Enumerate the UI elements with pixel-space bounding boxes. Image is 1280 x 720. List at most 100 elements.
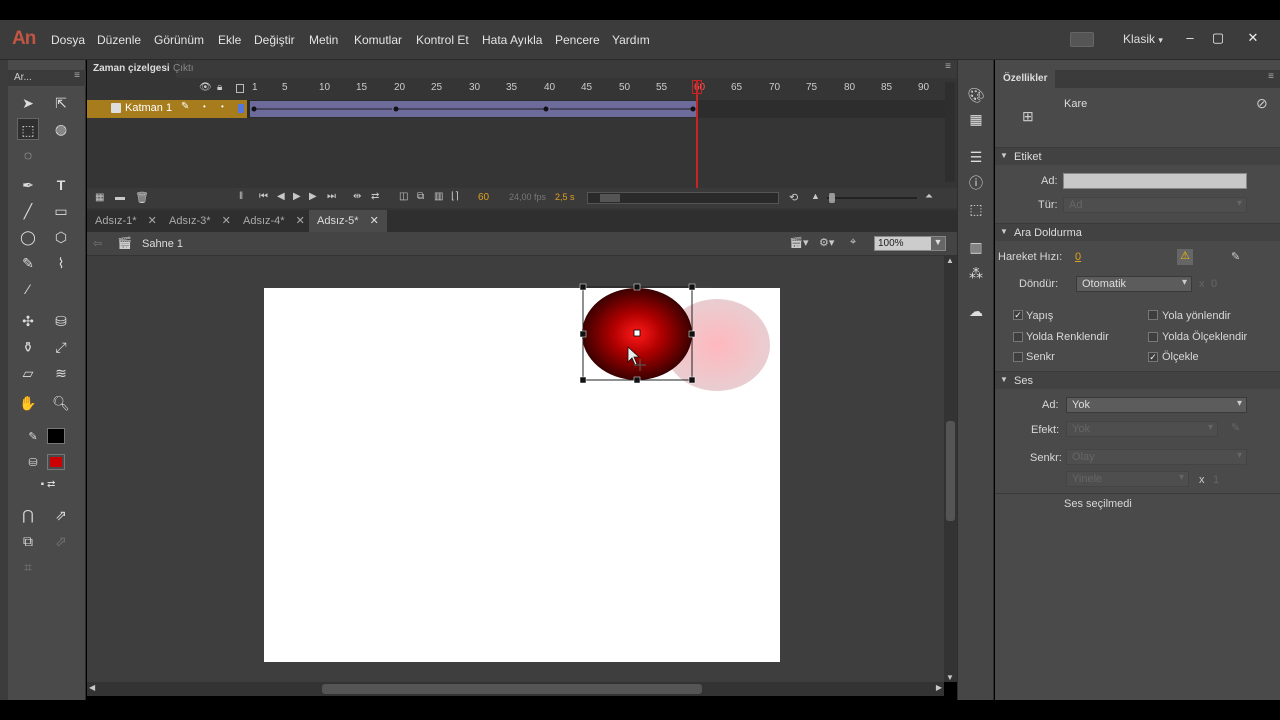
subselection-tool-icon[interactable]: ⇱: [50, 92, 72, 114]
new-layer-icon[interactable]: ▦: [95, 192, 104, 203]
panel-menu-icon[interactable]: ≡: [74, 70, 80, 81]
zoom-in-timeline-icon[interactable]: ⏶: [925, 191, 933, 202]
transform-handle[interactable]: [579, 376, 587, 384]
library-panel-icon[interactable]: ▥: [965, 236, 987, 258]
outline-all-layers-icon[interactable]: [236, 84, 244, 93]
brush-tool-icon[interactable]: ⌇: [50, 252, 72, 274]
edit-easing-pencil-icon[interactable]: ✎: [1231, 250, 1240, 263]
stroke-color-swatch[interactable]: [47, 428, 65, 444]
transform-handle[interactable]: [579, 330, 587, 338]
onion-skin-outline-icon[interactable]: ⧉: [417, 191, 424, 202]
doc-tab[interactable]: Adsız-3* ✕: [161, 210, 239, 232]
help-icon[interactable]: ⊘: [1256, 95, 1268, 112]
sound-repeat-select[interactable]: Yinele: [1066, 471, 1189, 487]
timeline-zoom-slider[interactable]: [827, 193, 917, 203]
stage-pasteboard[interactable]: [87, 256, 944, 682]
doc-tab[interactable]: Adsız-4* ✕: [235, 210, 313, 232]
transform-handle[interactable]: [633, 283, 641, 291]
stage-vscroll[interactable]: ▲ ▼: [944, 256, 957, 682]
rectangle-tool-icon[interactable]: ▭: [50, 200, 72, 222]
edit-multiple-frames-icon[interactable]: ▥: [434, 191, 443, 202]
ease-value[interactable]: 0: [1075, 251, 1081, 263]
menu-pencere[interactable]: Pencere: [555, 33, 600, 47]
scroll-down-icon[interactable]: ▼: [946, 673, 954, 682]
scale-checkbox[interactable]: ✓: [1148, 352, 1158, 362]
snap-checkbox[interactable]: ✓: [1013, 310, 1023, 320]
zoom-tool-icon[interactable]: 🔍︎: [50, 392, 72, 414]
color-along-path-checkbox[interactable]: [1013, 332, 1023, 342]
fill-color-swatch[interactable]: [47, 454, 65, 470]
align-panel-icon[interactable]: ☰: [965, 146, 987, 168]
free-transform-tool-icon[interactable]: ⬚: [17, 118, 39, 140]
label-type-select[interactable]: Ad: [1063, 197, 1247, 213]
show-all-layers-icon[interactable]: 👁︎: [199, 82, 212, 93]
minimize-icon[interactable]: –: [1180, 30, 1200, 48]
layer-lock-dot-icon[interactable]: •: [221, 102, 224, 111]
sound-repeat-count[interactable]: 1: [1213, 474, 1219, 486]
panel-menu-icon[interactable]: ≡: [1268, 71, 1274, 82]
straighten-icon[interactable]: ⧉: [17, 530, 39, 552]
polystar-tool-icon[interactable]: ⬡: [50, 226, 72, 248]
menu-komutlar[interactable]: Komutlar: [354, 33, 402, 47]
section-label-header[interactable]: Etiket: [995, 147, 1280, 165]
timeline-hscroll[interactable]: [587, 192, 779, 204]
modify-markers-icon[interactable]: ⌊⌉: [451, 191, 459, 202]
last-frame-icon[interactable]: ⏭: [327, 191, 336, 202]
tab-output[interactable]: Çıktı: [173, 63, 194, 74]
orient-to-path-checkbox[interactable]: [1148, 310, 1158, 320]
section-sound-header[interactable]: Ses: [995, 371, 1280, 389]
workspace-sync-icon[interactable]: [1070, 32, 1094, 47]
onion-skin-icon[interactable]: ◫: [399, 191, 408, 202]
transform-handle[interactable]: [633, 376, 641, 384]
scroll-right-icon[interactable]: ▶: [936, 683, 942, 692]
playhead-handle[interactable]: [692, 80, 702, 94]
smooth-icon[interactable]: ⇗: [50, 504, 72, 526]
close-icon[interactable]: ✕: [1243, 30, 1263, 48]
layer-outline-color-icon[interactable]: [238, 104, 244, 113]
sound-effect-select[interactable]: Yok: [1066, 421, 1218, 437]
paint-brush-tool-icon[interactable]: ⁄: [17, 278, 39, 300]
text-tool-icon[interactable]: T: [50, 174, 72, 196]
workspace-switcher[interactable]: Klasik ▾: [1123, 32, 1163, 46]
transform-handle[interactable]: [579, 283, 587, 291]
lock-all-layers-icon[interactable]: 🔒︎: [217, 82, 222, 93]
new-folder-icon[interactable]: ▬: [115, 192, 125, 203]
close-tab-icon[interactable]: ✕: [222, 215, 231, 227]
close-tab-icon[interactable]: ✕: [296, 215, 305, 227]
transform-handle[interactable]: [688, 376, 696, 384]
stage-vscroll-thumb[interactable]: [946, 421, 955, 521]
swap-colors-icon[interactable]: ▪ ⇄: [28, 474, 68, 496]
eraser-tool-icon[interactable]: ▱: [17, 362, 39, 384]
tab-timeline[interactable]: Zaman çizelgesi: [87, 60, 176, 78]
delete-layer-icon[interactable]: 🗑︎: [135, 191, 149, 204]
timeline-menu-icon[interactable]: ≡: [945, 61, 951, 72]
first-frame-icon[interactable]: ⏮: [259, 191, 268, 202]
refresh-icon[interactable]: ⟲: [789, 191, 798, 204]
close-tab-icon[interactable]: ✕: [370, 215, 379, 227]
next-frame-icon[interactable]: ▶︎: [309, 191, 317, 202]
snap-to-objects-icon[interactable]: ⋂: [17, 504, 39, 526]
maximize-icon[interactable]: ▢: [1208, 30, 1228, 48]
menu-degistir[interactable]: Değiştir: [254, 33, 295, 47]
transform-panel-icon[interactable]: ⬚: [965, 198, 987, 220]
sync-checkbox[interactable]: [1013, 352, 1023, 362]
line-tool-icon[interactable]: ╱: [17, 200, 39, 222]
scale-along-path-checkbox[interactable]: [1148, 332, 1158, 342]
cc-libraries-icon[interactable]: ☁︎: [965, 300, 987, 322]
scale-icon[interactable]: ⌗: [17, 556, 39, 578]
center-stage-icon[interactable]: ⌖: [850, 236, 856, 249]
play-icon[interactable]: ▶︎: [293, 191, 301, 202]
paint-bucket-tool-icon[interactable]: ⛁: [50, 310, 72, 332]
layer-row[interactable]: Katman 1 ✎ • •: [87, 100, 945, 118]
menu-metin[interactable]: Metin: [309, 33, 338, 47]
layer-visible-dot-icon[interactable]: •: [203, 102, 206, 111]
transform-pivot-point[interactable]: [633, 329, 641, 337]
transform-handle[interactable]: [688, 330, 696, 338]
zoom-select[interactable]: 100% ▼: [874, 236, 946, 251]
back-arrow-icon[interactable]: ⇦: [93, 237, 102, 250]
timeline-zoom-handle[interactable]: [829, 193, 835, 203]
width-tool-icon[interactable]: ≋: [50, 362, 72, 384]
sound-name-select[interactable]: Yok: [1066, 397, 1247, 413]
section-tween-header[interactable]: Ara Doldurma: [995, 223, 1280, 241]
oval-tool-icon[interactable]: ◯: [17, 226, 39, 248]
